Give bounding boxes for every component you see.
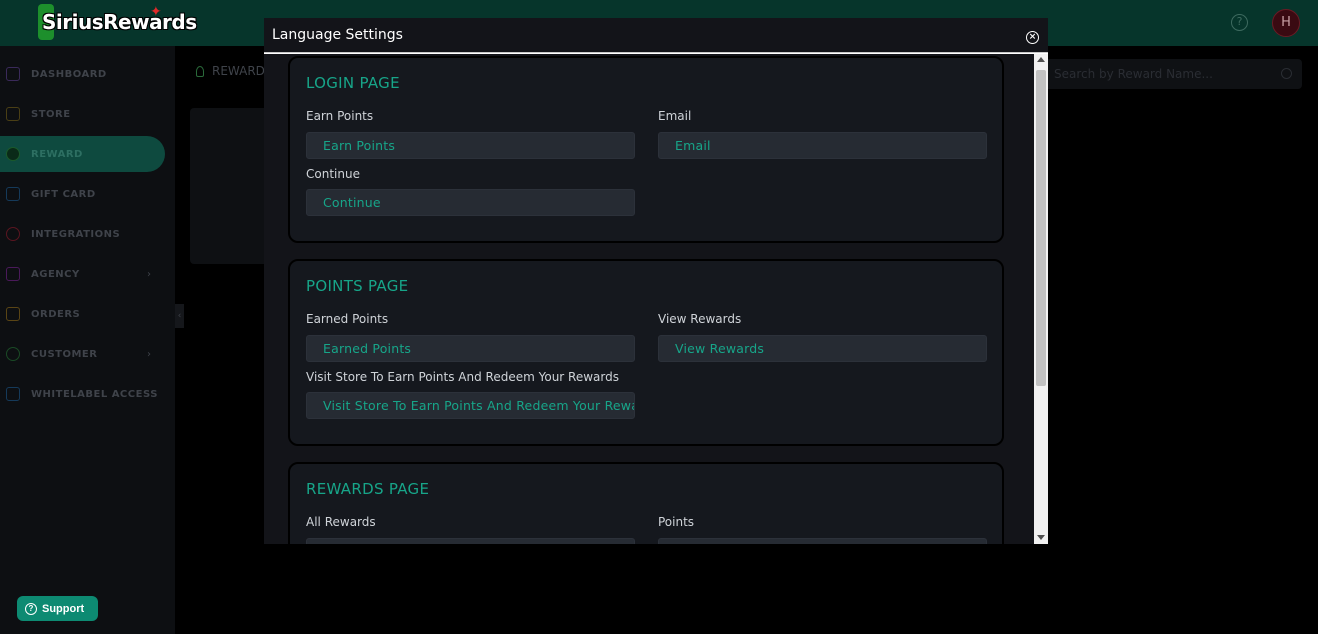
sidebar-item-label: INTEGRATIONS: [31, 228, 121, 240]
email-input[interactable]: Email: [658, 132, 987, 159]
sidebar-item-label: CUSTOMER: [31, 348, 98, 360]
reward-icon: [6, 147, 20, 161]
section-points-page: POINTS PAGE Earned Points Earned Points …: [288, 259, 1004, 446]
field-label: Visit Store To Earn Points And Redeem Yo…: [306, 370, 619, 384]
sidebar-item-whitelabel-access[interactable]: WHITELABEL ACCESS: [0, 376, 165, 412]
support-button[interactable]: ? Support: [17, 596, 98, 621]
field-label: View Rewards: [658, 312, 742, 326]
integrations-icon: [6, 227, 20, 241]
section-title: POINTS PAGE: [306, 277, 409, 295]
logo[interactable]: SiriusRewards ✦: [38, 4, 197, 40]
help-icon[interactable]: ?: [1231, 14, 1248, 31]
sidebar-item-label: WHITELABEL ACCESS: [31, 388, 158, 400]
store-icon: [6, 107, 20, 121]
agency-icon: [6, 267, 20, 281]
sidebar-item-label: ORDERS: [31, 308, 81, 320]
scrollbar-thumb[interactable]: [1036, 70, 1046, 386]
field-label: Email: [658, 109, 692, 123]
chevron-right-icon: ›: [147, 348, 151, 360]
whitelabel-icon: [6, 387, 20, 401]
customer-icon: [6, 347, 20, 361]
earn-points-input[interactable]: Earn Points: [306, 132, 635, 159]
close-icon[interactable]: ×: [1026, 31, 1039, 44]
modal-body: LOGIN PAGE Earn Points Earn Points Email…: [264, 54, 1034, 544]
breadcrumb-label: REWARD: [212, 64, 265, 78]
field-label: Points: [658, 515, 695, 529]
field-label: Earn Points: [306, 109, 374, 123]
field-label: Earned Points: [306, 312, 389, 326]
modal-title: Language Settings: [272, 27, 403, 43]
sidebar-item-customer[interactable]: CUSTOMER ›: [0, 336, 165, 372]
reward-icon: [196, 65, 204, 77]
sidebar-item-integrations[interactable]: INTEGRATIONS: [0, 216, 165, 252]
section-login-page: LOGIN PAGE Earn Points Earn Points Email…: [288, 56, 1004, 243]
sidebar-collapse-handle[interactable]: ‹: [175, 304, 184, 328]
field-label: All Rewards: [306, 515, 376, 529]
scroll-down-icon[interactable]: [1037, 535, 1045, 540]
sidebar-item-label: DASHBOARD: [31, 68, 107, 80]
sidebar-item-gift-card[interactable]: GIFT CARD: [0, 176, 165, 212]
chevron-right-icon: ›: [147, 268, 151, 280]
sidebar-item-label: REWARD: [31, 148, 83, 160]
logo-star-icon: ✦: [150, 4, 162, 20]
logo-text: SiriusRewards: [42, 10, 197, 34]
orders-icon: [6, 307, 20, 321]
points-input[interactable]: [658, 538, 987, 544]
sidebar-item-orders[interactable]: ORDERS: [0, 296, 165, 332]
sidebar-item-store[interactable]: STORE: [0, 96, 165, 132]
dashboard-icon: [6, 67, 20, 81]
reward-card: [190, 108, 270, 264]
breadcrumb: REWARD: [196, 64, 265, 78]
sidebar-item-reward[interactable]: REWARD: [0, 136, 165, 172]
help-icon: ?: [25, 602, 37, 615]
sidebar-item-dashboard[interactable]: DASHBOARD: [0, 56, 165, 92]
section-title: REWARDS PAGE: [306, 480, 430, 498]
continue-input[interactable]: Continue: [306, 189, 635, 216]
search-box[interactable]: Search by Reward Name...: [1040, 59, 1302, 89]
sidebar-item-agency[interactable]: AGENCY ›: [0, 256, 165, 292]
all-rewards-input[interactable]: [306, 538, 635, 544]
language-settings-modal: Language Settings × LOGIN PAGE Earn Poin…: [264, 18, 1048, 544]
sidebar-item-label: AGENCY: [31, 268, 80, 280]
scroll-up-icon[interactable]: [1037, 57, 1045, 62]
earned-points-input[interactable]: Earned Points: [306, 335, 635, 362]
support-label: Support: [42, 602, 85, 615]
sidebar-item-label: GIFT CARD: [31, 188, 96, 200]
sidebar-item-label: STORE: [31, 108, 71, 120]
visit-store-input[interactable]: Visit Store To Earn Points And Redeem Yo…: [306, 392, 635, 419]
section-title: LOGIN PAGE: [306, 74, 400, 92]
modal-header: Language Settings ×: [264, 18, 1048, 53]
modal-scrollbar[interactable]: [1034, 54, 1048, 544]
section-rewards-page: REWARDS PAGE All Rewards Points: [288, 462, 1004, 544]
field-label: Continue: [306, 167, 360, 181]
sidebar: DASHBOARD STORE REWARD GIFT CARD INTEGRA…: [0, 46, 175, 634]
gift-card-icon: [6, 187, 20, 201]
search-icon[interactable]: [1281, 68, 1292, 79]
view-rewards-input[interactable]: View Rewards: [658, 335, 987, 362]
avatar[interactable]: H: [1272, 9, 1300, 37]
search-input[interactable]: Search by Reward Name...: [1054, 67, 1213, 81]
